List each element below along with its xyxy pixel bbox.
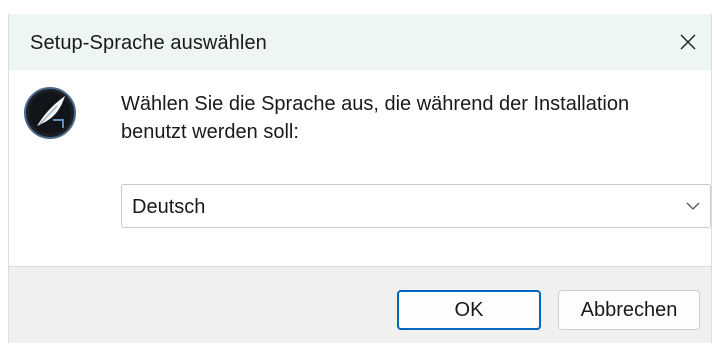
window-title: Setup-Sprache auswählen — [30, 32, 267, 54]
language-select[interactable]: Deutsch — [121, 184, 711, 228]
button-bar: OK Abbrechen — [9, 266, 711, 343]
selected-language: Deutsch — [132, 196, 206, 218]
close-icon — [680, 34, 696, 50]
title-bar: Setup-Sprache auswählen — [9, 14, 711, 70]
ok-button[interactable]: OK — [397, 290, 541, 330]
chevron-down-icon — [686, 202, 700, 210]
feather-pen-icon — [23, 86, 77, 140]
cancel-button[interactable]: Abbrechen — [558, 290, 700, 330]
instruction-text: Wählen Sie die Sprache aus, die während … — [121, 93, 630, 143]
close-button[interactable] — [665, 14, 711, 70]
setup-language-dialog: Setup-Sprache auswählen Wählen Sie die S… — [8, 14, 712, 343]
